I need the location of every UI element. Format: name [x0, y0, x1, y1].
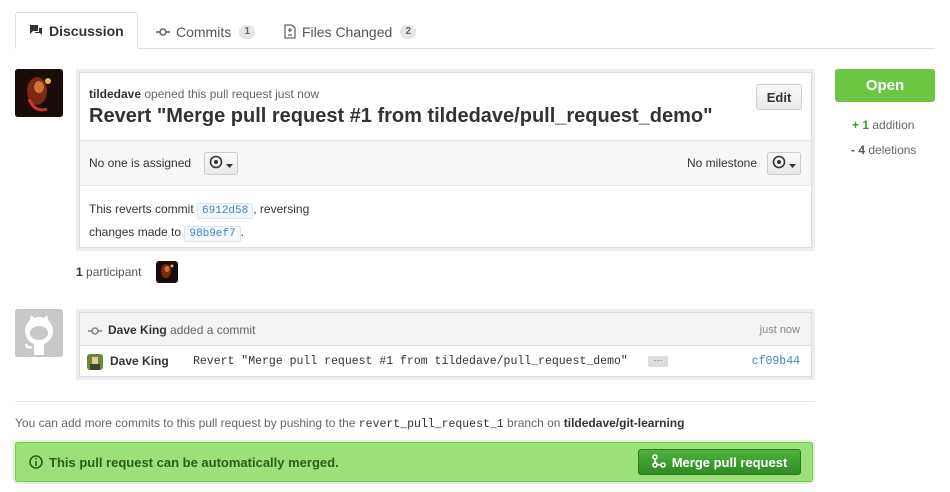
participant-label: participant	[86, 265, 142, 279]
commit-sha-link[interactable]: 6912d58	[197, 203, 254, 219]
merge-pull-request-button[interactable]: Merge pull request	[638, 449, 801, 475]
expand-commit-button[interactable]: ···	[648, 356, 668, 367]
files-count-badge: 2	[400, 24, 417, 39]
participant-avatar[interactable]	[156, 261, 178, 283]
push-instructions: You can add more commits to this pull re…	[15, 416, 684, 431]
instructions-text: branch on	[507, 416, 561, 430]
edit-button[interactable]: Edit	[756, 84, 802, 110]
participant-count: 1	[76, 265, 83, 279]
description-text: changes made to	[89, 225, 182, 239]
author-link[interactable]: tildedave	[89, 87, 141, 101]
tab-commits[interactable]: Commits 1	[156, 14, 256, 49]
gear-icon	[209, 155, 223, 172]
tab-discussion[interactable]: Discussion	[15, 12, 138, 49]
commit-sha-link[interactable]: 98b9ef7	[184, 226, 241, 242]
commit-author-avatar[interactable]	[87, 354, 103, 370]
tab-files-changed[interactable]: Files Changed 2	[284, 14, 417, 49]
additions-summary: + 1 addition	[852, 118, 915, 132]
caret-down-icon	[226, 156, 233, 171]
pr-description: This reverts commit 6912d58, reversing c…	[89, 199, 309, 245]
pr-meta: tildedave opened this pull request just …	[89, 86, 319, 101]
description-text: This reverts commit	[89, 202, 194, 216]
tab-label: Files Changed	[302, 23, 393, 40]
pull-request-box: tildedave opened this pull request just …	[79, 72, 812, 248]
merge-icon	[651, 453, 666, 471]
tab-label: Commits	[176, 23, 232, 40]
milestone-text: No milestone	[687, 156, 758, 170]
commit-icon	[156, 27, 170, 37]
commit-event-box: Dave King added a commit just now Dave K…	[79, 312, 812, 377]
merge-status-text: This pull request can be automatically m…	[49, 455, 339, 470]
pr-info-bar: No one is assigned No milestone	[80, 140, 811, 186]
commit-count-badge: 1	[239, 24, 256, 39]
deletions-summary: - 4 deletions	[851, 143, 917, 157]
opened-text: opened this pull request just now	[144, 87, 320, 101]
repo-link[interactable]: tildedave/git-learning	[564, 416, 685, 430]
commit-event-header: Dave King added a commit just now	[80, 313, 811, 346]
description-text: , reversing	[253, 202, 310, 216]
github-octocat-avatar[interactable]	[15, 309, 63, 357]
discussion-icon	[29, 24, 43, 37]
commit-icon	[88, 324, 102, 339]
event-author-link[interactable]: Dave King	[108, 323, 167, 337]
info-icon	[29, 455, 43, 472]
event-action: added a commit	[170, 323, 256, 337]
merge-button-label: Merge pull request	[671, 454, 788, 470]
milestone-select[interactable]	[767, 152, 801, 175]
deletions-count: 4	[858, 143, 866, 157]
author-avatar[interactable]	[15, 69, 63, 117]
pr-tabs: Discussion Commits 1 Files Changed 2	[15, 12, 935, 49]
pr-title: Revert "Merge pull request #1 from tilde…	[89, 105, 713, 127]
assignee-select[interactable]	[204, 152, 238, 175]
state-badge-open: Open	[835, 69, 935, 102]
commit-sha-link[interactable]: cf09b44	[752, 355, 800, 368]
additions-label: addition	[872, 118, 915, 132]
description-text: .	[240, 225, 244, 239]
commit-author-link[interactable]: Dave King	[110, 354, 169, 368]
assignee-text: No one is assigned	[89, 156, 192, 170]
caret-down-icon	[789, 156, 796, 171]
participants: 1 participant	[76, 265, 141, 279]
gear-icon	[772, 155, 786, 172]
tab-label: Discussion	[49, 22, 124, 39]
branch-name: revert_pull_request_1	[358, 418, 504, 431]
commit-row: Dave King Revert "Merge pull request #1 …	[80, 346, 811, 376]
commit-message-link[interactable]: Revert "Merge pull request #1 from tilde…	[193, 355, 628, 368]
merge-status-bar: This pull request can be automatically m…	[15, 442, 813, 482]
event-time: just now	[759, 324, 800, 336]
additions-count: 1	[862, 118, 870, 132]
deletions-label: deletions	[868, 143, 917, 157]
diff-file-icon	[284, 24, 296, 39]
divider	[15, 401, 815, 402]
instructions-text: You can add more commits to this pull re…	[15, 416, 356, 430]
